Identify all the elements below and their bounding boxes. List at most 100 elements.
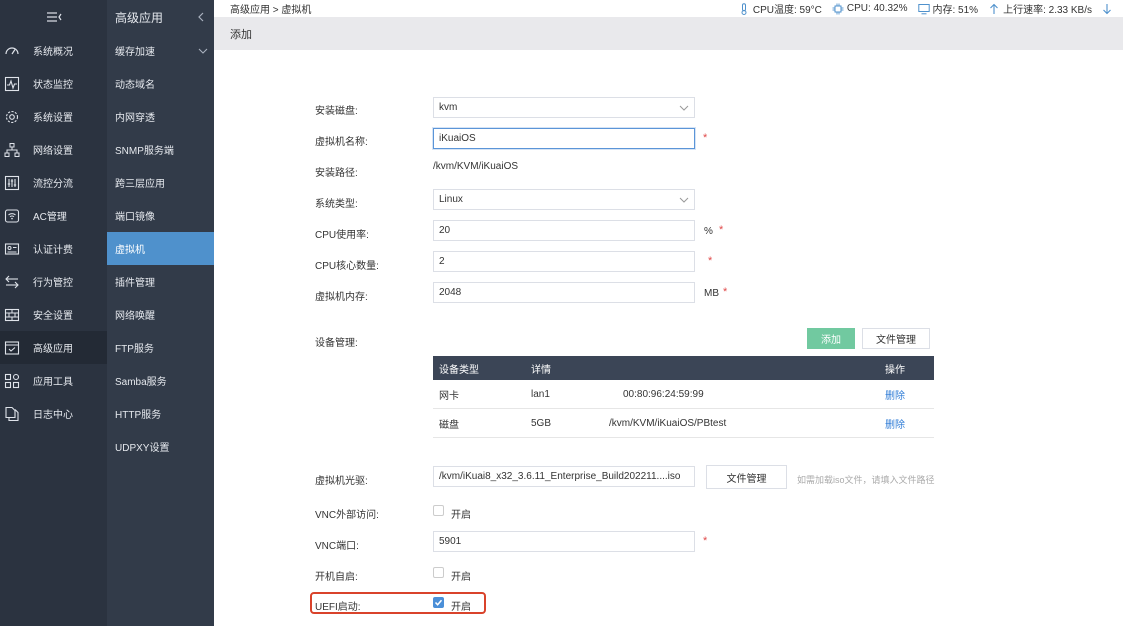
submenu-item-13[interactable]: UDPXY设置: [107, 430, 214, 463]
submenu-item-5[interactable]: 跨三层应用: [107, 166, 214, 199]
sidebar-item-label: 日志中心: [33, 410, 73, 421]
uefi-checkbox[interactable]: [433, 597, 444, 608]
delete-link[interactable]: 删除: [885, 387, 905, 402]
upload-stat: 上行速率: 2.33 KB/s: [988, 1, 1113, 16]
memory-value: 内存: 51%: [932, 5, 979, 16]
cpu-usage-unit: %: [704, 226, 713, 237]
sidebar-item-9[interactable]: 安全设置: [0, 298, 107, 331]
vm-memory-input[interactable]: 2048: [433, 282, 695, 303]
install-path-label: 安装路径:: [315, 168, 358, 179]
os-type-label: 系统类型:: [315, 199, 358, 210]
os-type-value: Linux: [439, 194, 463, 205]
sidebar-item-label: AC管理: [33, 212, 67, 223]
install-path-value: /kvm/KVM/iKuaiOS: [433, 161, 519, 172]
device-detail-cell: lan1: [531, 388, 550, 400]
menu-toggle[interactable]: [0, 0, 107, 34]
delete-link[interactable]: 删除: [885, 416, 905, 431]
submenu-item-label: 虚拟机: [115, 245, 145, 256]
sidebar-item-2[interactable]: 状态监控: [0, 67, 107, 100]
cpu-value: CPU: 40.32%: [846, 3, 908, 14]
sidebar-item-10[interactable]: 高级应用: [0, 331, 107, 364]
cpu-stat: CPU: 40.32%: [832, 3, 908, 15]
submenu-item-8[interactable]: 插件管理: [107, 265, 214, 298]
vm-name-input[interactable]: iKuaiOS: [433, 128, 695, 149]
device-detail-cell: 00:80:96:24:59:99: [623, 388, 704, 400]
required-mark: *: [723, 286, 728, 298]
sidebar-item-8[interactable]: 行为管控: [0, 265, 107, 298]
cpu-cores-input[interactable]: 2: [433, 251, 695, 272]
uefi-label: UEFI启动:: [315, 602, 361, 613]
sidebar-item-label: 系统设置: [33, 113, 73, 124]
vnc-port-input[interactable]: 5901: [433, 531, 695, 552]
iso-path-input[interactable]: /kvm/iKuai8_x32_3.6.11_Enterprise_Build2…: [433, 466, 695, 487]
submenu-item-9[interactable]: 网络唤醒: [107, 298, 214, 331]
secondary-sidebar-header: 高级应用: [107, 0, 214, 34]
col-device-type: 设备类型: [439, 364, 479, 376]
cpu-cores-label: CPU核心数量:: [315, 261, 379, 272]
submenu-item-4[interactable]: SNMP服务端: [107, 133, 214, 166]
submenu-item-7[interactable]: 虚拟机: [107, 232, 214, 265]
monitor-icon: [917, 3, 930, 14]
wifi-icon: [3, 208, 21, 224]
submenu-item-3[interactable]: 内网穿透: [107, 100, 214, 133]
vm-memory-value: 2048: [439, 287, 462, 298]
vnc-external-text: 开启: [451, 510, 471, 521]
id-card-icon: [3, 241, 21, 257]
submenu-item-label: 动态域名: [115, 80, 155, 91]
top-status-bar: 高级应用 > 虚拟机 CPU温度: 59°C CPU: 40.32% 内存: 5…: [214, 0, 1123, 17]
iso-file-mgmt-button[interactable]: 文件管理: [706, 465, 787, 489]
iso-path-value: /kvm/iKuai8_x32_3.6.11_Enterprise_Build2…: [439, 471, 681, 482]
sidebar-item-5[interactable]: 流控分流: [0, 166, 107, 199]
autostart-checkbox[interactable]: [433, 567, 444, 578]
device-type-cell: 网卡: [439, 390, 459, 402]
submenu-item-1[interactable]: 缓存加速: [107, 34, 214, 67]
submenu-item-2[interactable]: 动态域名: [107, 67, 214, 100]
sidebar-item-label: 应用工具: [33, 377, 73, 388]
vm-name-value: iKuaiOS: [439, 133, 476, 144]
sidebar-item-12[interactable]: 日志中心: [0, 397, 107, 430]
network-icon: [3, 142, 21, 158]
autostart-text: 开启: [451, 572, 471, 583]
submenu-item-6[interactable]: 端口镜像: [107, 199, 214, 232]
submenu-item-12[interactable]: HTTP服务: [107, 397, 214, 430]
sidebar-item-7[interactable]: 认证计费: [0, 232, 107, 265]
disk-select[interactable]: kvm: [433, 97, 695, 118]
sidebar-item-label: 系统概况: [33, 47, 73, 58]
secondary-sidebar-title: 高级应用: [115, 10, 164, 25]
device-table: 设备类型 详情 操作 网卡 lan1 00:80:96:24:59:99 删除 …: [433, 356, 934, 438]
check-window-icon: [3, 340, 21, 356]
sidebar-item-label: 安全设置: [33, 311, 73, 322]
submenu-item-label: SNMP服务端: [115, 146, 174, 157]
chip-icon: [832, 3, 844, 14]
chevron-left-icon[interactable]: [197, 12, 205, 22]
file-mgmt-button[interactable]: 文件管理: [862, 328, 930, 349]
required-mark: *: [708, 255, 713, 267]
sidebar-item-11[interactable]: 应用工具: [0, 364, 107, 397]
device-table-header: 设备类型 详情 操作: [433, 356, 934, 380]
sidebar-item-label: 状态监控: [33, 80, 73, 91]
submenu-item-10[interactable]: FTP服务: [107, 331, 214, 364]
swap-icon: [3, 274, 21, 290]
autostart-label: 开机自启:: [315, 572, 358, 583]
submenu-item-label: 网络唤醒: [115, 311, 155, 322]
add-device-button[interactable]: 添加: [807, 328, 855, 349]
cpu-usage-input[interactable]: 20: [433, 220, 695, 241]
sidebar-item-label: 认证计费: [33, 245, 73, 256]
submenu-item-label: 端口镜像: [115, 212, 155, 223]
device-detail-cell: /kvm/KVM/iKuaiOS/PBtest: [609, 417, 727, 429]
vm-name-label: 虚拟机名称:: [315, 137, 368, 148]
submenu-item-label: HTTP服务: [115, 410, 162, 421]
sidebar-item-6[interactable]: AC管理: [0, 199, 107, 232]
submenu-item-label: 跨三层应用: [115, 179, 165, 190]
device-detail-cell: 5GB: [531, 417, 552, 429]
cpu-usage-label: CPU使用率:: [315, 230, 369, 241]
submenu-item-11[interactable]: Samba服务: [107, 364, 214, 397]
vnc-external-label: VNC外部访问:: [315, 510, 379, 521]
sidebar-item-1[interactable]: 系统概况: [0, 34, 107, 67]
submenu-item-label: 内网穿透: [115, 113, 155, 124]
submenu-item-label: FTP服务: [115, 344, 154, 355]
os-type-select[interactable]: Linux: [433, 189, 695, 210]
sidebar-item-4[interactable]: 网络设置: [0, 133, 107, 166]
sidebar-item-3[interactable]: 系统设置: [0, 100, 107, 133]
vnc-external-checkbox[interactable]: [433, 505, 444, 516]
